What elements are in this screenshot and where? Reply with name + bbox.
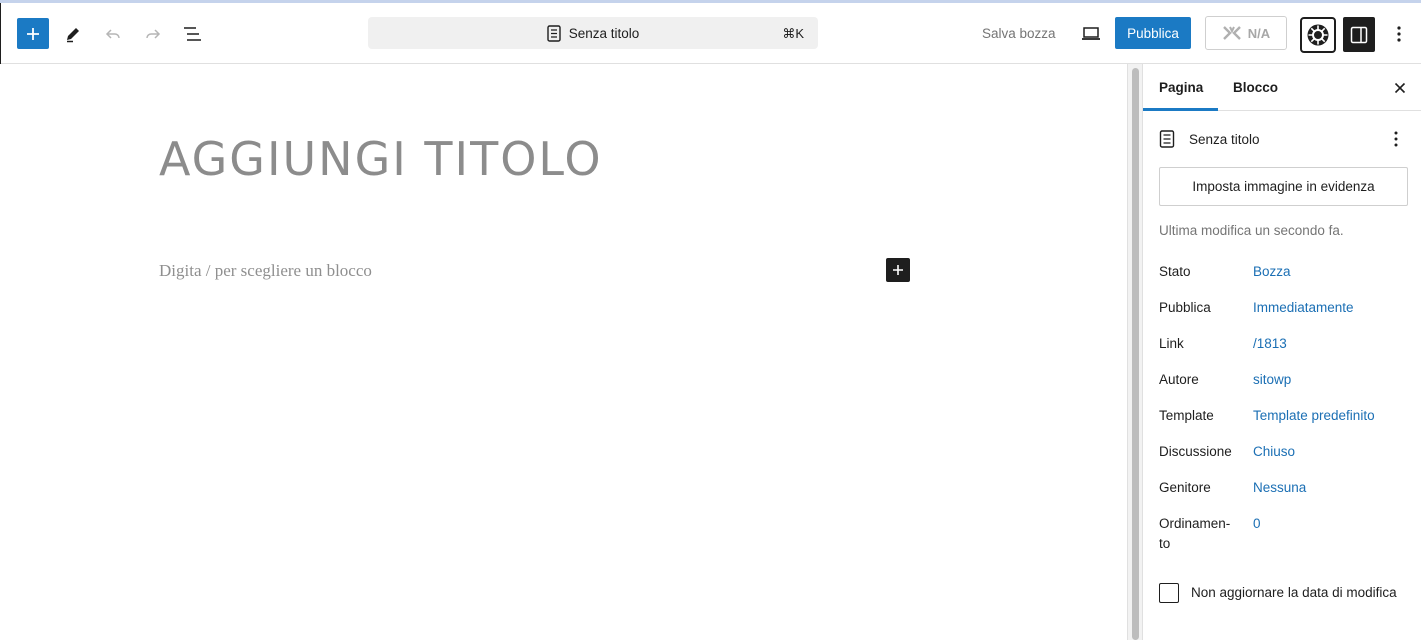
template-link[interactable]: Template predefinito (1253, 406, 1375, 426)
author-link[interactable]: sitowp (1253, 370, 1291, 390)
scrollbar-thumb[interactable] (1132, 68, 1139, 640)
meta-label-autore: Autore (1159, 372, 1199, 387)
close-icon (1394, 82, 1406, 94)
laptop-icon (1082, 26, 1100, 40)
meta-label-discussione: Discussione (1159, 444, 1232, 459)
redo-button[interactable] (137, 18, 169, 49)
tab-blocco[interactable]: Blocco (1233, 64, 1278, 111)
document-name: Senza titolo (1189, 131, 1260, 147)
tools-button[interactable] (57, 18, 89, 49)
last-modified-text: Ultima modifica un secondo fa. (1159, 223, 1344, 238)
order-link[interactable]: 0 (1253, 514, 1261, 534)
set-featured-image-button[interactable]: Imposta immagine in evidenza (1159, 167, 1408, 206)
meta-label-template: Template (1159, 408, 1214, 423)
dont-update-date-label[interactable]: Non aggiornare la data di modifica (1159, 583, 1399, 603)
active-tab-indicator (1143, 108, 1218, 111)
settings-toggle-button[interactable] (1343, 17, 1375, 52)
plus-icon (27, 27, 39, 40)
meta-label-genitore: Genitore (1159, 480, 1211, 495)
meta-label-ordinamento: Ordinamen-to (1159, 516, 1231, 551)
add-block-button[interactable] (17, 18, 49, 49)
tab-pagina[interactable]: Pagina (1159, 64, 1203, 111)
editor-canvas[interactable]: AGGIUNGI TITOLO Digita / per scegliere u… (0, 64, 1127, 640)
window-left-edge (0, 3, 1, 64)
post-title-input[interactable]: AGGIUNGI TITOLO (159, 132, 603, 186)
block-placeholder[interactable]: Digita / per scegliere un blocco (159, 261, 372, 281)
status-value-link[interactable]: Bozza (1253, 262, 1291, 282)
sidebar-toggle-icon (1350, 26, 1368, 43)
undo-button[interactable] (97, 18, 129, 49)
list-view-icon (184, 26, 201, 41)
settings-sidebar: Pagina Blocco Senza titolo Imposta immag… (1142, 64, 1421, 640)
publish-date-link[interactable]: Immediatamente (1253, 298, 1354, 318)
preview-button[interactable] (1075, 18, 1107, 49)
inline-add-block-button[interactable] (886, 258, 910, 282)
meta-label-link: Link (1159, 336, 1184, 351)
plugin-gear-icon (1307, 24, 1329, 46)
editor-toolbar: Senza titolo ⌘K Salva bozza Pubblica N/A (0, 3, 1421, 64)
discussion-link[interactable]: Chiuso (1253, 442, 1295, 462)
pencil-icon (67, 27, 79, 42)
sidebar-tabs: Pagina Blocco (1143, 64, 1421, 111)
document-actions-button[interactable] (1386, 128, 1406, 150)
document-overview-button[interactable] (177, 18, 209, 49)
command-shortcut: ⌘K (782, 26, 804, 41)
redo-icon (146, 28, 161, 39)
canvas-scrollbar[interactable] (1127, 64, 1142, 640)
meta-label-pubblica: Pubblica (1159, 300, 1211, 315)
plugin-logo-icon (1222, 26, 1241, 40)
kebab-icon (1394, 131, 1398, 147)
plus-icon (893, 265, 903, 275)
na-plugin-button[interactable]: N/A (1205, 16, 1287, 50)
na-label: N/A (1247, 25, 1271, 41)
document-summary: Senza titolo (1159, 128, 1409, 150)
undo-icon (105, 28, 120, 39)
page-icon (547, 24, 561, 42)
plugin-button[interactable] (1300, 17, 1336, 53)
command-center[interactable]: Senza titolo ⌘K (368, 17, 818, 49)
permalink-link[interactable]: /1813 (1253, 334, 1287, 354)
parent-link[interactable]: Nessuna (1253, 478, 1306, 498)
kebab-icon (1397, 25, 1401, 42)
page-icon (1159, 130, 1175, 148)
meta-label-stato: Stato (1159, 264, 1191, 279)
document-title-label: Senza titolo (568, 25, 640, 41)
options-button[interactable] (1386, 18, 1412, 49)
save-draft-button[interactable]: Salva bozza (972, 18, 1066, 49)
publish-button[interactable]: Pubblica (1115, 17, 1191, 49)
close-sidebar-button[interactable] (1387, 75, 1413, 101)
